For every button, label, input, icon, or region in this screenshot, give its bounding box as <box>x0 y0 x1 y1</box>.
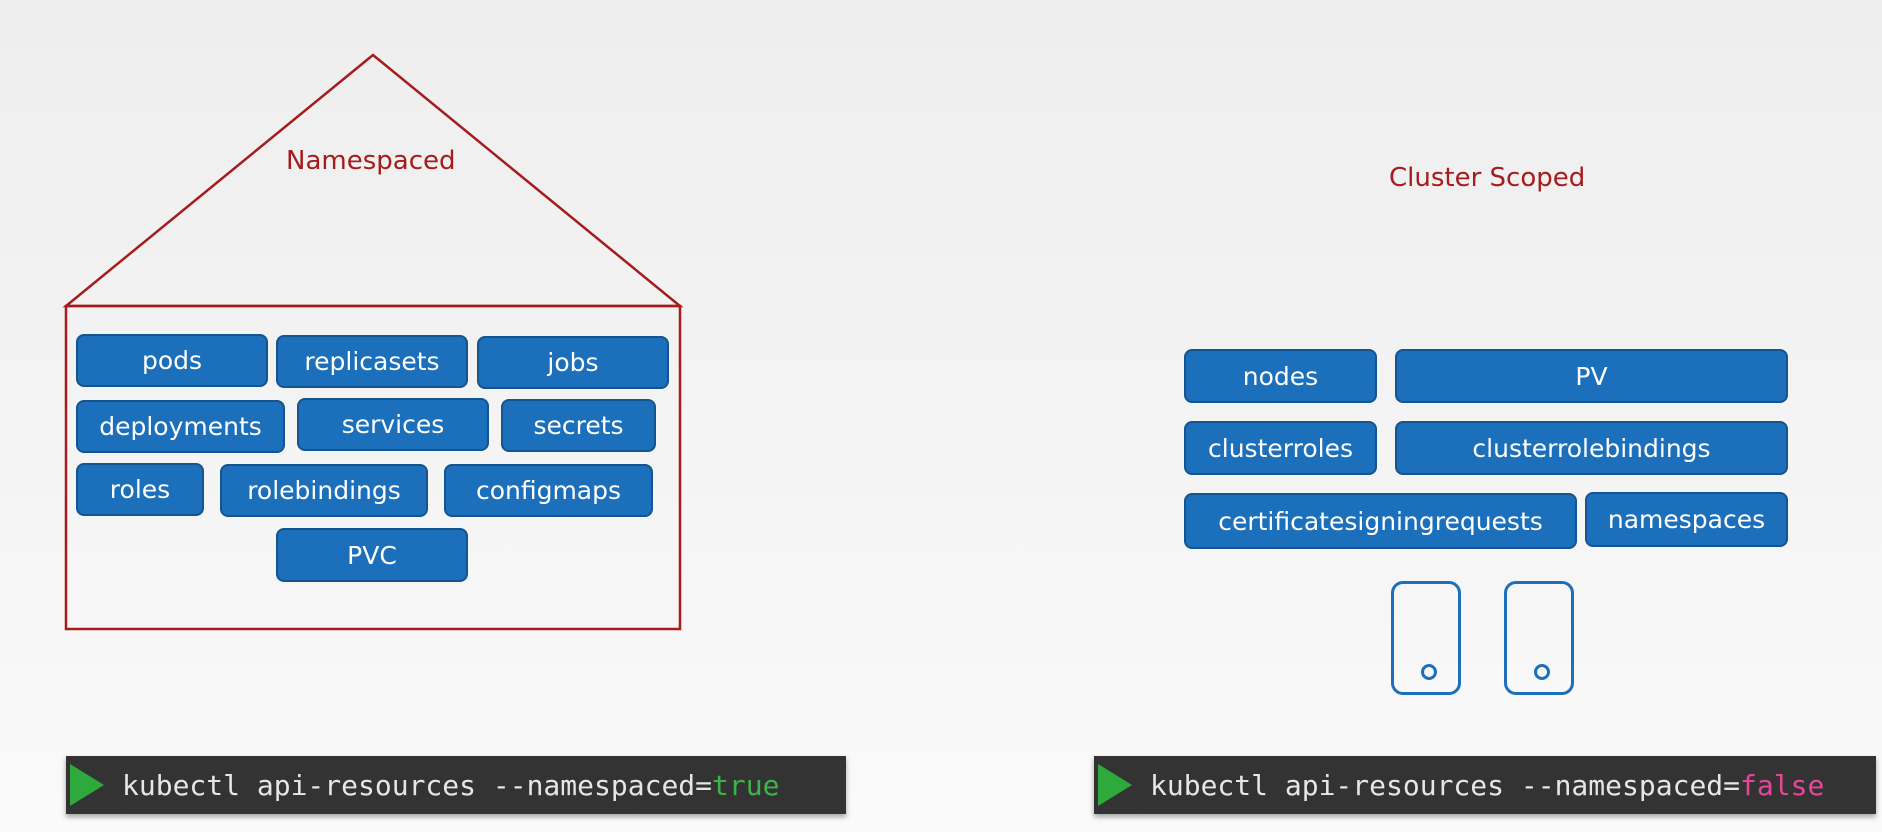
resource-chip-clusterrolebindings: clusterrolebindings <box>1395 421 1788 475</box>
cluster-scoped-title: Cluster Scoped <box>1389 163 1586 193</box>
node-device-button-icon <box>1534 664 1550 680</box>
resource-chip-replicasets: replicasets <box>276 335 468 388</box>
node-device-button-icon <box>1421 664 1437 680</box>
resource-chip-namespaces: namespaces <box>1585 492 1788 547</box>
command-value-true: true <box>712 768 780 802</box>
command-text: kubectl api-resources --namespaced= <box>1150 768 1741 802</box>
play-icon <box>70 764 104 806</box>
namespaced-title: Namespaced <box>286 146 456 176</box>
node-device-icon <box>1391 581 1461 695</box>
resource-chip-certificatesigningrequests: certificatesigningrequests <box>1184 493 1577 549</box>
resource-chip-configmaps: configmaps <box>444 464 653 517</box>
resource-chip-rolebindings: rolebindings <box>220 464 428 517</box>
play-icon <box>1098 764 1132 806</box>
resource-chip-jobs: jobs <box>477 336 669 389</box>
resource-chip-nodes: nodes <box>1184 349 1377 403</box>
cluster-command-bar: kubectl api-resources --namespaced= false <box>1094 756 1876 814</box>
resource-chip-clusterroles: clusterroles <box>1184 421 1377 475</box>
resource-chip-deployments: deployments <box>76 400 285 453</box>
namespaced-command-bar: kubectl api-resources --namespaced= true <box>66 756 846 814</box>
resource-chip-pvc: PVC <box>276 528 468 582</box>
command-value-false: false <box>1740 768 1825 802</box>
resource-chip-pods: pods <box>76 334 268 387</box>
command-text: kubectl api-resources --namespaced= <box>122 768 713 802</box>
resource-chip-roles: roles <box>76 463 204 516</box>
resource-chip-pv: PV <box>1395 349 1788 403</box>
resource-chip-services: services <box>297 398 489 451</box>
house-roof <box>62 53 684 308</box>
slide: Namespaced Cluster Scoped pods replicase… <box>0 0 1882 832</box>
resource-chip-secrets: secrets <box>501 399 656 452</box>
node-device-icon <box>1504 581 1574 695</box>
